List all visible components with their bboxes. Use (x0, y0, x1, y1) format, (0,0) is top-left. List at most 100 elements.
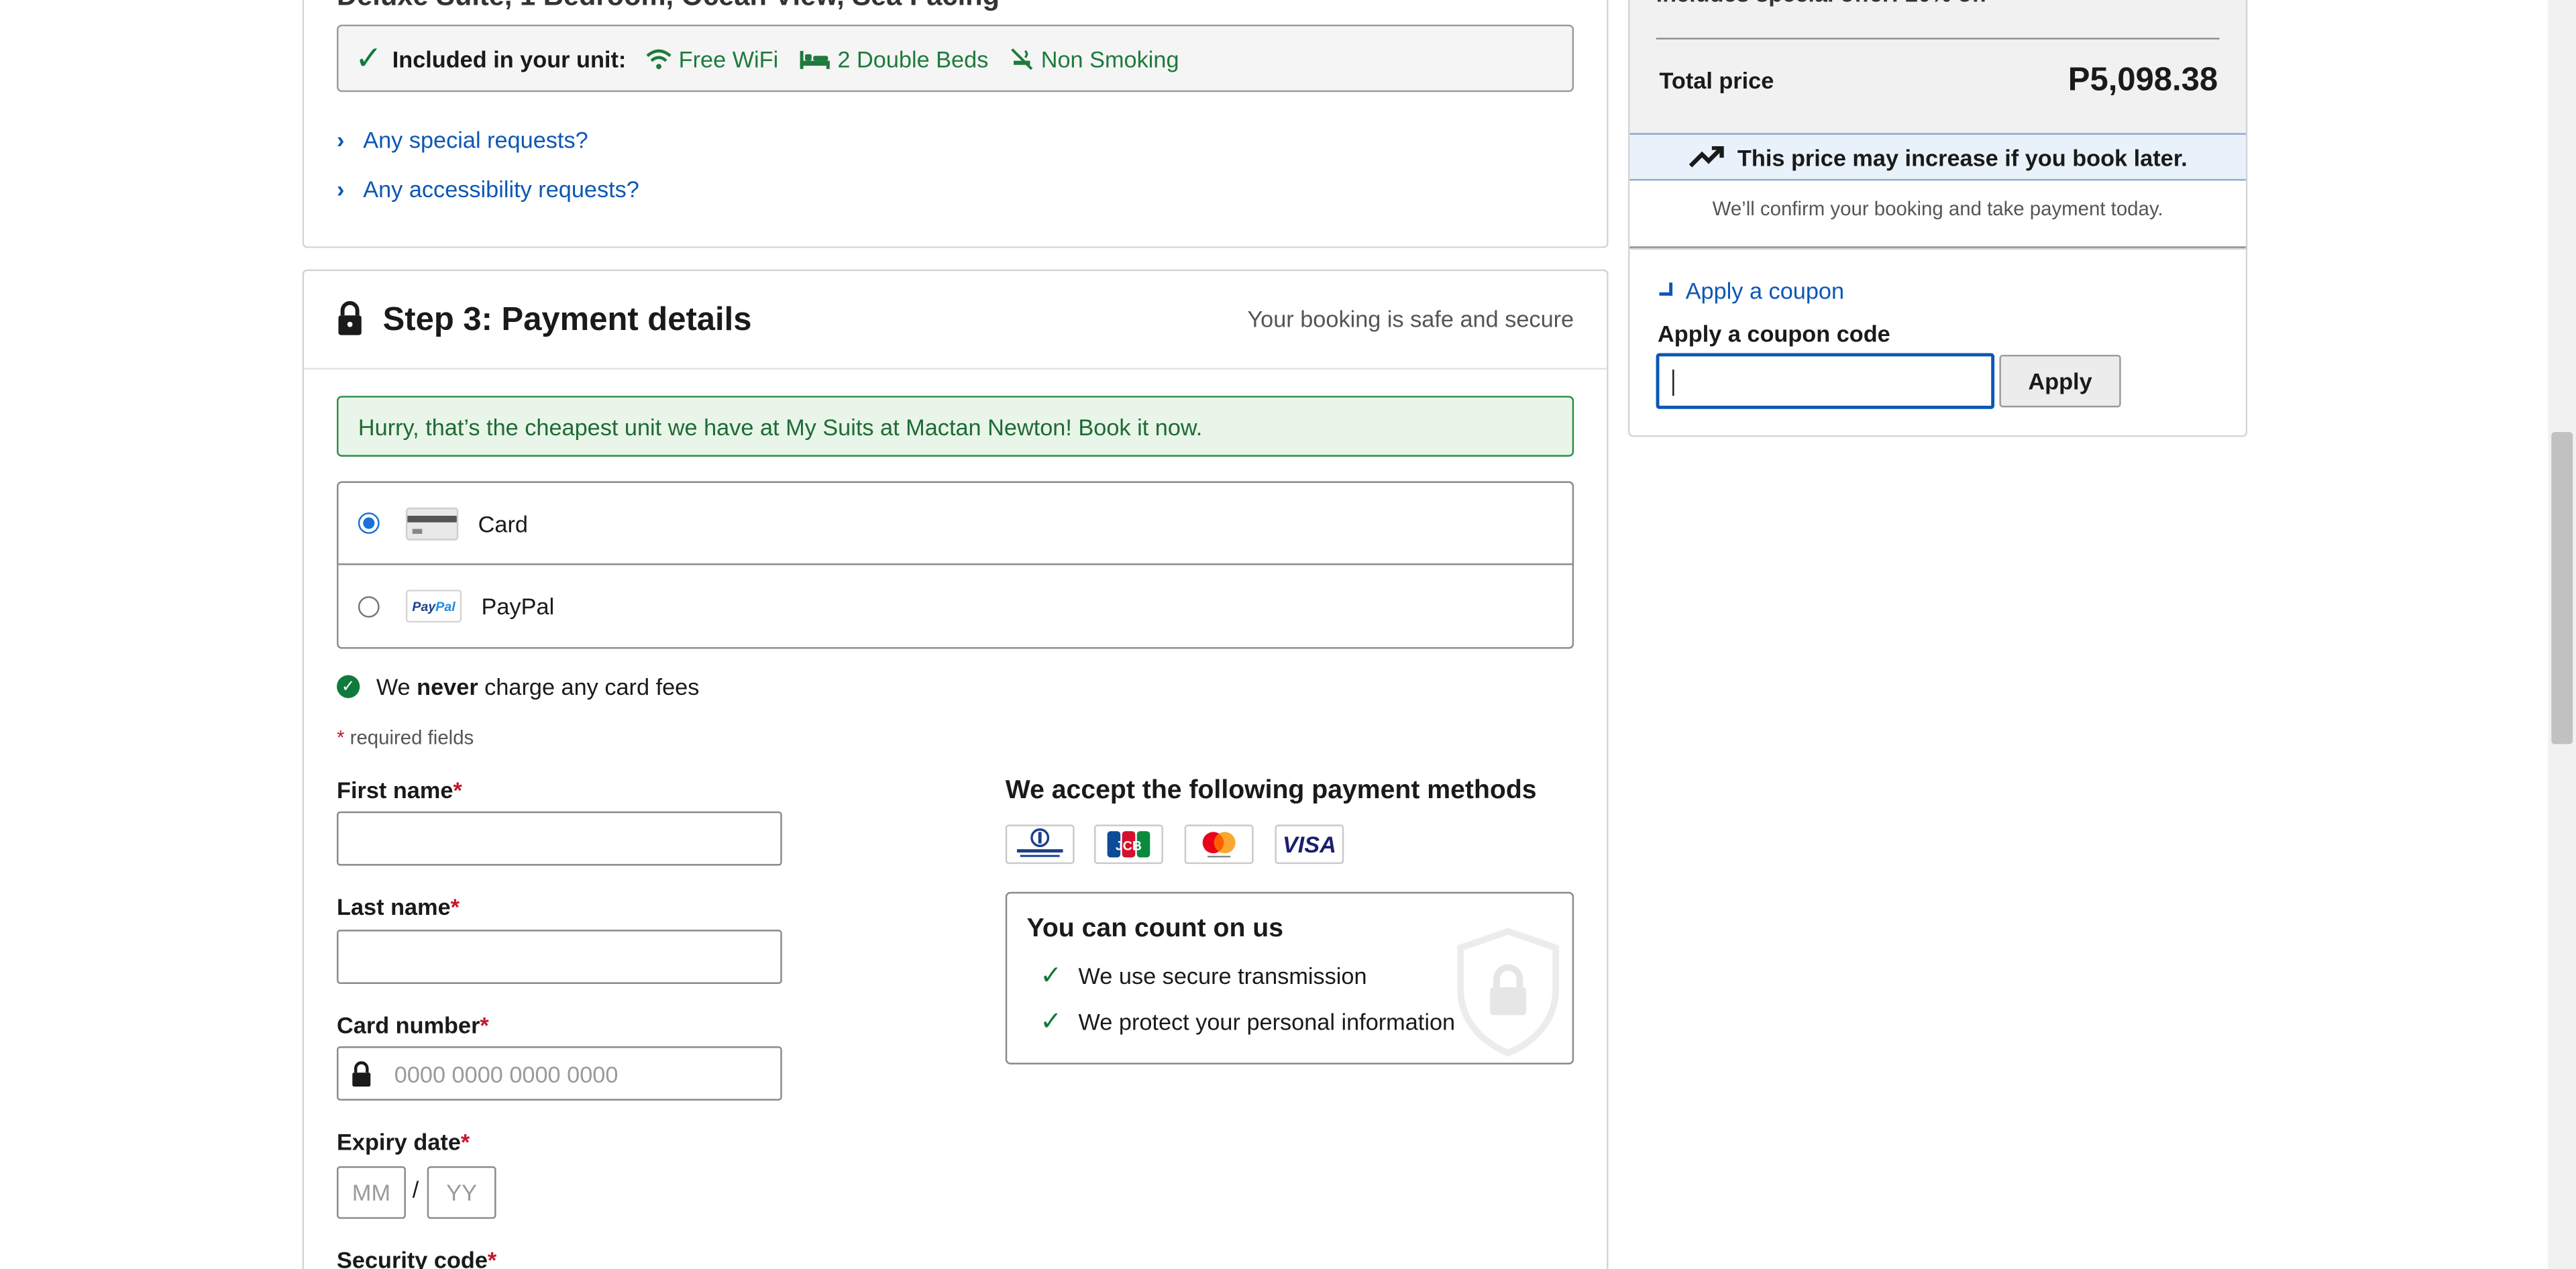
fees-text-pre: We (376, 673, 417, 700)
bed-icon (800, 50, 830, 68)
payment-header: Step 3: Payment details Your booking is … (304, 271, 1607, 370)
no-card-fees-note: ✓ We never charge any card fees (337, 673, 699, 700)
fees-text-post: charge any card fees (478, 673, 700, 700)
trust-item-text: We protect your personal information (1078, 1008, 1456, 1035)
included-label: Included in your unit: (392, 45, 627, 72)
shield-lock-icon (1457, 928, 1560, 1057)
diners-club-icon (1016, 828, 1063, 857)
apply-coupon-label: Apply a coupon (1685, 277, 1845, 305)
amenity-non-smoking: Non Smoking (1008, 45, 1179, 72)
confirm-text: We’ll confirm your booking and take paym… (1712, 197, 2163, 221)
expiry-month-input[interactable]: MM (337, 1166, 406, 1219)
amenity-wifi: Free WiFi (646, 45, 779, 72)
accessibility-requests-label: Any accessibility requests? (363, 176, 639, 203)
paypal-logo-icon: Pay Pal (405, 590, 462, 623)
checkmark-icon: ✓ (1040, 962, 1063, 991)
label-text: Card number (337, 1011, 480, 1038)
first-name-input[interactable] (337, 811, 782, 866)
divider (1656, 38, 2220, 40)
label-text: Expiry date (337, 1128, 461, 1155)
visa-text: VISA (1282, 831, 1336, 858)
payment-option-card[interactable]: Card (337, 481, 1574, 565)
last-name-input[interactable] (337, 930, 782, 984)
trust-item: ✓ We use secure transmission (1040, 959, 1366, 992)
included-amenities-box: ✓ Included in your unit: Free WiFi 2 Dou… (337, 24, 1574, 93)
credit-card-icon (405, 506, 459, 540)
fees-text-bold: never (417, 673, 478, 700)
security-code-label: Security code* (337, 1247, 496, 1269)
expiry-date-label: Expiry date* (337, 1128, 470, 1154)
room-title: Deluxe Suite, 1 Bedroom, Ocean View, Sea… (337, 0, 1000, 13)
chevron-right-icon: › (337, 126, 345, 153)
payment-option-label: Card (478, 510, 529, 537)
scrollbar-thumb[interactable] (2551, 432, 2573, 744)
chevron-right-icon: › (337, 176, 345, 203)
total-price-label: Total price (1659, 67, 1774, 94)
payment-option-label: PayPal (481, 593, 555, 620)
jcb-logo: JCB (1094, 824, 1163, 865)
amenity-label: 2 Double Beds (837, 45, 989, 72)
apply-coupon-link[interactable]: Apply a coupon (1659, 278, 1844, 304)
payment-methods-title: We accept the following payment methods (1005, 777, 1537, 806)
price-increase-banner: This price may increase if you book late… (1629, 133, 2246, 181)
diners-club-logo (1005, 824, 1075, 865)
card-number-placeholder: 0000 0000 0000 0000 (394, 1060, 619, 1087)
card-radio[interactable] (358, 512, 380, 534)
checkmark-icon: ✓ (1040, 1008, 1063, 1037)
first-name-label: First name* (337, 777, 462, 803)
trust-title: You can count on us (1026, 915, 1284, 943)
mastercard-logo (1184, 824, 1254, 865)
jcb-text: JCB (1116, 838, 1142, 853)
text-caret (1672, 370, 1674, 396)
last-name-label: Last name* (337, 893, 460, 920)
required-star: * (487, 1246, 497, 1269)
required-star: * (480, 1011, 489, 1038)
special-requests-label: Any special requests? (363, 126, 588, 153)
lock-icon (352, 1061, 371, 1087)
required-star: * (453, 777, 462, 804)
trending-up-icon (1688, 145, 1723, 167)
paypal-logo-text-a: Pay (412, 598, 436, 614)
apply-coupon-button[interactable]: Apply (1999, 354, 2121, 408)
safe-secure-text: Your booking is safe and secure (1247, 305, 1574, 332)
accessibility-requests-toggle[interactable]: › Any accessibility requests? (337, 176, 639, 202)
amenity-label: Non Smoking (1040, 45, 1179, 72)
trust-item: ✓ We protect your personal information (1040, 1005, 1455, 1038)
paypal-radio[interactable] (358, 595, 380, 617)
expiry-year-input[interactable]: YY (427, 1166, 496, 1219)
wifi-icon (646, 48, 672, 68)
mastercard-icon (1202, 832, 1236, 858)
collapse-corner-icon (1659, 282, 1673, 296)
coupon-code-label: Apply a coupon code (1658, 320, 1890, 347)
label-text: First name (337, 777, 453, 804)
required-text: required fields (344, 726, 474, 749)
price-increase-text: This price may increase if you book late… (1737, 144, 2188, 170)
page-title: Step 3: Payment details (382, 302, 752, 339)
jcb-icon: JCB (1107, 831, 1150, 858)
visa-logo: VISA (1275, 824, 1344, 865)
required-fields-note: * required fields (337, 726, 474, 749)
checkmark-icon: ✓ (354, 41, 383, 78)
label-text: Last name (337, 893, 451, 920)
no-smoking-icon (1010, 47, 1032, 70)
coupon-code-input[interactable] (1656, 353, 1995, 409)
card-number-input[interactable]: 0000 0000 0000 0000 (337, 1046, 782, 1101)
special-offer-text: Includes special offer: 20% off (1656, 0, 1987, 7)
required-star: * (460, 1128, 470, 1155)
trust-box: You can count on us ✓ We use secure tran… (1005, 891, 1574, 1064)
amenity-label: Free WiFi (678, 45, 779, 72)
required-star: * (450, 893, 460, 920)
special-requests-toggle[interactable]: › Any special requests? (337, 127, 588, 153)
card-number-label: Card number* (337, 1012, 489, 1038)
expiry-separator: / (412, 1176, 419, 1203)
amenity-beds: 2 Double Beds (798, 45, 989, 72)
hurry-banner: Hurry, that’s the cheapest unit we have … (337, 396, 1574, 457)
required-star: * (337, 726, 345, 749)
lock-icon (338, 300, 362, 335)
total-price-value: P5,098.38 (2068, 62, 2218, 99)
payment-option-paypal[interactable]: Pay Pal PayPal (337, 565, 1574, 649)
label-text: Security code (337, 1246, 488, 1269)
check-circle-icon: ✓ (337, 675, 360, 698)
paypal-logo-text-b: Pal (435, 598, 455, 614)
trust-item-text: We use secure transmission (1078, 962, 1367, 989)
